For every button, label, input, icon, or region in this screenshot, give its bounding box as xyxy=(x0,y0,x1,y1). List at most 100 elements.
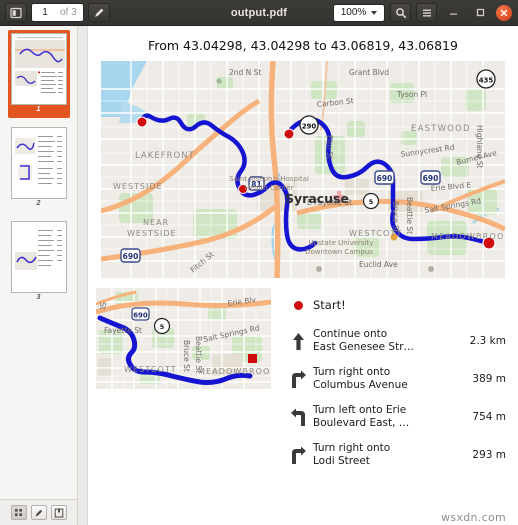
svg-text:290: 290 xyxy=(302,123,317,131)
arrow-up-icon xyxy=(292,332,304,350)
inset-map-canvas: 690 5 Fayette St Erie Blv Salt Springs R… xyxy=(96,288,271,389)
thumbnail-frame[interactable]: 1 xyxy=(7,30,70,118)
thumbnail-page-1-art xyxy=(11,34,66,104)
directions-list: Start! Continue onto East Genesee Str… 2… xyxy=(283,288,512,474)
thumbnail-item-2[interactable]: 2 xyxy=(0,124,77,212)
svg-text:Fayette St: Fayette St xyxy=(104,326,142,335)
sidebar-toggle-button[interactable] xyxy=(5,3,27,22)
svg-text:MEADOWBROOK: MEADOWBROOK xyxy=(431,232,505,241)
menu-button[interactable] xyxy=(416,3,437,22)
grid-icon xyxy=(14,508,22,516)
direction-text-line2: East Genesee Str… xyxy=(313,341,415,353)
zoom-level-label: 100% xyxy=(340,7,367,18)
thumbnail-sidebar: 1 2 3 xyxy=(0,26,78,525)
thumbnail-preview xyxy=(10,33,67,105)
thumbnail-page-3-art xyxy=(11,222,66,292)
direction-row[interactable]: Continue onto East Genesee Str… 2.3 km xyxy=(283,322,512,360)
search-button[interactable] xyxy=(390,3,411,22)
main-map-canvas: 690 81 290 435 690 690 5 LAKEFRONT WESTS… xyxy=(101,61,505,278)
svg-text:WESTCOTT: WESTCOTT xyxy=(124,365,177,374)
maximize-button[interactable] xyxy=(469,3,491,23)
maximize-icon xyxy=(476,8,484,17)
thumbnail-item-3[interactable]: 3 xyxy=(0,218,77,306)
svg-text:2nd N St: 2nd N St xyxy=(229,68,261,77)
svg-text:Upstate University: Upstate University xyxy=(309,239,374,247)
direction-text: Turn left onto Erie Boulevard East, … xyxy=(313,404,456,430)
svg-text:Tyson Pl: Tyson Pl xyxy=(396,90,427,99)
turn-right-icon xyxy=(291,370,306,388)
direction-row[interactable]: Turn right onto Lodi Street 293 m xyxy=(283,436,512,474)
svg-text:LAKEFRONT: LAKEFRONT xyxy=(135,151,195,161)
thumbnail-frame[interactable]: 2 xyxy=(8,124,70,212)
minimize-icon xyxy=(449,13,457,15)
sidebar-toggle-icon xyxy=(10,7,22,18)
page-count-label: of 3 xyxy=(58,4,83,21)
sidebar-resize-divider[interactable] xyxy=(78,26,88,525)
arrow-up-icon-wrap xyxy=(283,332,313,351)
direction-distance: 389 m xyxy=(472,373,506,385)
turn-left-icon-wrap xyxy=(283,408,313,427)
svg-text:Syracuse: Syracuse xyxy=(285,191,349,206)
direction-row[interactable]: Start! xyxy=(283,288,512,322)
direction-row[interactable]: Turn right onto Columbus Avenue 389 m xyxy=(283,360,512,398)
turn-right-icon-wrap xyxy=(283,446,313,465)
sidebar-view-mode-bar xyxy=(0,499,77,525)
page-number-box[interactable]: of 3 xyxy=(31,3,84,22)
close-icon xyxy=(500,9,508,16)
minimize-button[interactable] xyxy=(442,3,464,23)
direction-text-line1: Continue onto xyxy=(313,328,388,340)
bookmarks-view-button[interactable] xyxy=(50,505,67,520)
titlebar-left-group: of 3 xyxy=(0,3,110,22)
thumbnails-view-button[interactable] xyxy=(10,505,27,520)
svg-text:5: 5 xyxy=(369,198,374,206)
thumbnail-label: 3 xyxy=(36,294,41,301)
pdf-page: From 43.04298, 43.04298 to 43.06819, 43.… xyxy=(88,26,518,525)
thumbnail-label: 1 xyxy=(36,106,41,113)
svg-text:Elm St: Elm St xyxy=(325,135,334,159)
svg-text:NEAR: NEAR xyxy=(143,218,169,227)
svg-text:5: 5 xyxy=(160,323,165,331)
zoom-level-dropdown[interactable]: 100% xyxy=(333,3,385,22)
thumbnail-preview xyxy=(10,221,67,293)
svg-text:Highland St: Highland St xyxy=(475,125,484,169)
app-body: 1 2 3 From 43.04298, 43.04298 to 43.0681… xyxy=(0,26,518,525)
annotate-button[interactable] xyxy=(87,3,110,22)
close-button[interactable] xyxy=(496,4,512,21)
thumbnail-frame[interactable]: 3 xyxy=(8,218,70,306)
svg-text:WESTSIDE: WESTSIDE xyxy=(113,182,163,191)
titlebar-right-group: 100% xyxy=(333,3,518,23)
window-titlebar: of 3 output.pdf 100% xyxy=(0,0,518,26)
svg-text:WESTSIDE: WESTSIDE xyxy=(127,229,177,238)
svg-text:St: St xyxy=(98,302,107,310)
inset-route-map: 690 5 Fayette St Erie Blv Salt Springs R… xyxy=(96,288,271,389)
direction-text: Turn right onto Lodi Street xyxy=(313,442,456,468)
svg-text:Saint Joseph's Hospital: Saint Joseph's Hospital xyxy=(229,175,309,183)
thumbnail-list[interactable]: 1 2 3 xyxy=(0,26,77,499)
hamburger-menu-icon xyxy=(422,9,431,16)
svg-text:690: 690 xyxy=(133,312,148,320)
annotations-view-button[interactable] xyxy=(30,505,47,520)
direction-text-line1: Turn right onto xyxy=(313,442,391,454)
direction-text: Turn right onto Columbus Avenue xyxy=(313,366,456,392)
direction-row[interactable]: Turn left onto Erie Boulevard East, … 75… xyxy=(283,398,512,436)
svg-text:Bruce St: Bruce St xyxy=(182,340,191,372)
turn-right-icon xyxy=(291,446,306,464)
svg-text:Downtown Campus: Downtown Campus xyxy=(305,248,373,256)
thumbnail-page-2-art xyxy=(11,128,66,198)
direction-distance: 293 m xyxy=(472,449,506,461)
direction-text-line1: Turn left onto Erie xyxy=(313,404,407,416)
page-number-input[interactable] xyxy=(32,4,58,21)
pen-icon xyxy=(35,509,42,516)
direction-distance: 2.3 km xyxy=(469,335,506,347)
direction-distance: 754 m xyxy=(472,411,506,423)
svg-text:690: 690 xyxy=(123,252,139,261)
direction-text: Start! xyxy=(313,297,346,312)
svg-text:MEADOWBROOK: MEADOWBROOK xyxy=(198,367,271,376)
svg-text:Euclid Ave: Euclid Ave xyxy=(359,260,398,269)
svg-text:EASTWOOD: EASTWOOD xyxy=(411,124,471,134)
thumbnail-item-1[interactable]: 1 xyxy=(0,30,77,118)
pen-icon xyxy=(94,8,104,17)
svg-text:690: 690 xyxy=(423,174,439,183)
direction-text-line2: Boulevard East, … xyxy=(313,417,410,429)
document-viewer[interactable]: From 43.04298, 43.04298 to 43.06819, 43.… xyxy=(88,26,518,525)
